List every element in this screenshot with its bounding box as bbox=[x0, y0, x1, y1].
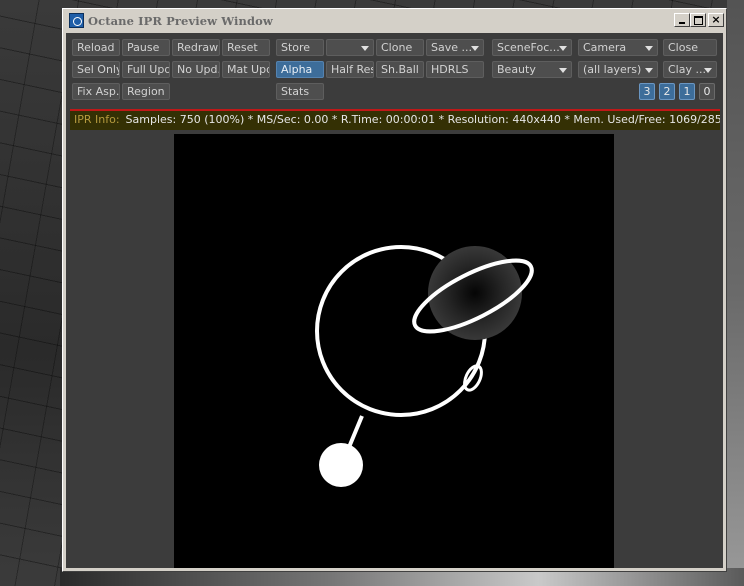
title-bar[interactable]: Octane IPR Preview Window × bbox=[66, 11, 724, 31]
scene-focus-dropdown[interactable]: SceneFoc... bbox=[492, 39, 572, 56]
shader-ball-button[interactable]: Sh.Ball bbox=[376, 61, 424, 78]
stats-button[interactable]: Stats bbox=[276, 83, 324, 100]
clay-dropdown[interactable]: Clay ... bbox=[663, 61, 717, 78]
fix-aspect-button[interactable]: Fix Asp. bbox=[72, 83, 120, 100]
alpha-toggle[interactable]: Alpha bbox=[276, 61, 324, 78]
view-button-0[interactable]: 0 bbox=[699, 83, 715, 100]
layers-dropdown[interactable]: (all layers) bbox=[578, 61, 658, 78]
reload-button[interactable]: Reload bbox=[72, 39, 120, 56]
camera-dropdown[interactable]: Camera bbox=[578, 39, 658, 56]
moon-sphere bbox=[319, 443, 363, 487]
ipr-info-label: IPR Info: bbox=[74, 113, 120, 126]
view-button-3[interactable]: 3 bbox=[639, 83, 655, 100]
full-update-button[interactable]: Full Upd. bbox=[122, 61, 170, 78]
window-title: Octane IPR Preview Window bbox=[88, 14, 273, 28]
material-update-button[interactable]: Mat Upd bbox=[222, 61, 270, 78]
minimize-button[interactable] bbox=[674, 13, 690, 27]
store-button[interactable]: Store bbox=[276, 39, 324, 56]
maximize-button[interactable] bbox=[690, 13, 706, 27]
store-slot-dropdown[interactable] bbox=[326, 39, 374, 56]
close-button[interactable]: Close bbox=[663, 39, 717, 56]
sel-only-button[interactable]: Sel Only bbox=[72, 61, 120, 78]
render-preview[interactable] bbox=[174, 134, 614, 568]
render-pass-dropdown[interactable]: Beauty bbox=[492, 61, 572, 78]
view-button-1[interactable]: 1 bbox=[679, 83, 695, 100]
render-image bbox=[315, 245, 534, 487]
no-update-button[interactable]: No Upd. bbox=[172, 61, 220, 78]
pause-button[interactable]: Pause bbox=[122, 39, 170, 56]
redraw-button[interactable]: Redraw bbox=[172, 39, 220, 56]
reset-button[interactable]: Reset bbox=[222, 39, 270, 56]
region-button[interactable]: Region bbox=[122, 83, 170, 100]
ipr-info-stats: Samples: 750 (100%) * MS/Sec: 0.00 * R.T… bbox=[125, 113, 720, 126]
clone-button[interactable]: Clone bbox=[376, 39, 424, 56]
client-area: Reload Pause Redraw Reset Store Clone Sa… bbox=[66, 33, 723, 568]
ipr-preview-window: Octane IPR Preview Window × Reload Pause… bbox=[62, 8, 727, 572]
octane-app-icon bbox=[69, 13, 84, 28]
ipr-info-bar: IPR Info: Samples: 750 (100%) * MS/Sec: 0… bbox=[70, 109, 720, 130]
hdrls-button[interactable]: HDRLS bbox=[426, 61, 484, 78]
view-button-2[interactable]: 2 bbox=[659, 83, 675, 100]
half-res-toggle[interactable]: Half Res bbox=[326, 61, 374, 78]
save-dropdown[interactable]: Save ... bbox=[426, 39, 484, 56]
close-window-button[interactable]: × bbox=[708, 13, 724, 27]
background-viewport-edge bbox=[727, 0, 744, 586]
